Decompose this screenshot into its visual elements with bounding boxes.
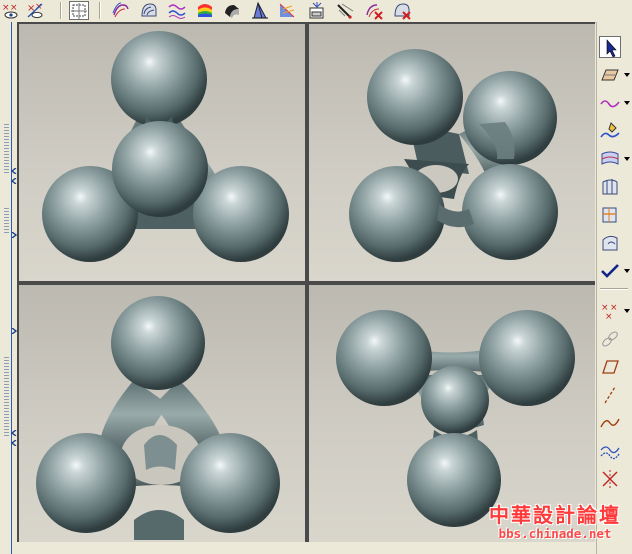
remove-surface-icon[interactable] bbox=[364, 1, 384, 20]
surface-patch-icon[interactable] bbox=[599, 232, 621, 254]
left-dock-strip bbox=[0, 22, 17, 554]
curve-network-icon[interactable] bbox=[599, 440, 621, 462]
surface-icon[interactable] bbox=[599, 148, 621, 170]
curve-edit-icon[interactable] bbox=[599, 120, 621, 142]
svg-text:×: × bbox=[2, 3, 10, 13]
sphere bbox=[349, 166, 445, 262]
delete-analysis-icon[interactable] bbox=[392, 1, 412, 20]
watermark-title: 中華設計論壇 bbox=[489, 503, 621, 527]
pick-frame-icon[interactable] bbox=[69, 1, 89, 20]
sphere bbox=[462, 164, 558, 260]
surface-trim-icon[interactable] bbox=[599, 204, 621, 226]
svg-text:×: × bbox=[605, 312, 613, 322]
sphere bbox=[421, 366, 489, 434]
curve-icon[interactable] bbox=[599, 92, 621, 114]
flatten-icon[interactable] bbox=[336, 1, 356, 20]
dock-grip[interactable] bbox=[4, 357, 9, 437]
viewport-bottom-left[interactable] bbox=[19, 285, 305, 542]
blob-model-top-left bbox=[42, 31, 289, 262]
select-arrow-icon[interactable] bbox=[599, 36, 621, 58]
sphere bbox=[479, 310, 575, 406]
right-toolbar: × × × bbox=[596, 22, 632, 554]
sphere bbox=[180, 433, 280, 533]
blob-model-bottom-left bbox=[36, 296, 280, 540]
sphere bbox=[193, 166, 289, 262]
viewport-grid bbox=[17, 22, 595, 542]
section-save-icon[interactable] bbox=[307, 1, 327, 20]
blob-model-top-right bbox=[349, 49, 558, 262]
watermark-url: bbs.chinade.net bbox=[498, 526, 612, 541]
point-cross-icon[interactable] bbox=[599, 468, 621, 490]
color-map-icon[interactable] bbox=[195, 1, 215, 20]
sphere bbox=[112, 121, 208, 217]
reflection-icon[interactable] bbox=[277, 1, 297, 20]
viewport-top-right[interactable] bbox=[309, 24, 595, 281]
sphere bbox=[36, 433, 136, 533]
dashed-line-icon[interactable] bbox=[599, 384, 621, 406]
svg-text:×: × bbox=[10, 3, 18, 13]
parallelogram-icon[interactable] bbox=[599, 356, 621, 378]
sphere bbox=[367, 49, 463, 145]
curve-comb-icon[interactable] bbox=[167, 1, 187, 20]
shading-icon[interactable] bbox=[222, 1, 242, 20]
forum-watermark: 中華設計論壇 bbs.chinade.net bbox=[482, 497, 628, 549]
surface-edge-icon[interactable] bbox=[599, 176, 621, 198]
chain-icon[interactable] bbox=[599, 328, 621, 350]
draft-analysis-icon[interactable] bbox=[250, 1, 270, 20]
check-icon[interactable] bbox=[599, 260, 621, 282]
sphere bbox=[111, 31, 207, 127]
spline-icon[interactable] bbox=[599, 412, 621, 434]
viewport-top-left[interactable] bbox=[19, 24, 305, 281]
points-icon[interactable]: × × × bbox=[599, 300, 621, 322]
dock-divider bbox=[11, 22, 12, 554]
top-toolbar: ×× ×× bbox=[0, 0, 632, 23]
sphere bbox=[336, 310, 432, 406]
dock-grip[interactable] bbox=[4, 208, 9, 233]
dock-grip[interactable] bbox=[4, 124, 9, 174]
point-eye-icon[interactable]: × × bbox=[1, 1, 21, 20]
plane-icon[interactable] bbox=[599, 64, 621, 86]
surface-analysis-icon[interactable] bbox=[139, 1, 159, 20]
sphere bbox=[111, 296, 205, 390]
point-hide-icon[interactable]: ×× bbox=[25, 1, 45, 20]
surface-curvature-icon[interactable] bbox=[111, 1, 131, 20]
